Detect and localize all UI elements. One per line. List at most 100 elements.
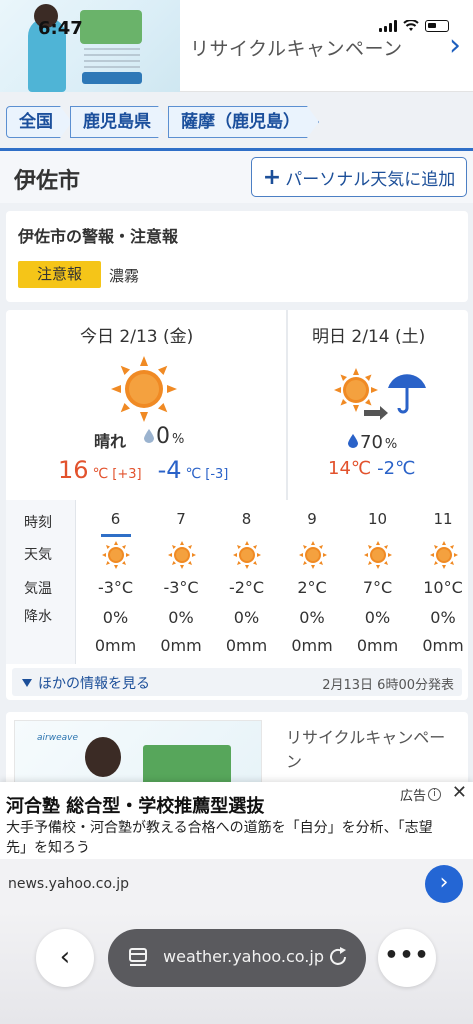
warnings-card: 伊佐市の警報・注意報 注意報 濃霧 — [6, 211, 468, 302]
today-low-diff: [-3] — [205, 467, 229, 482]
sticky-ad[interactable]: 河合塾 総合型・学校推薦型選抜 大手予備校・河合塾が教える合格への道筋を「自分」… — [0, 782, 473, 859]
breadcrumb: 全国 鹿児島県 薩摩（鹿児島） — [6, 106, 317, 138]
forecast-card: 今日 2/13 (金) 晴れ 0 % 16 ℃ [+3] -4 ℃ [-3] 明… — [6, 310, 468, 700]
page-title: 伊佐市 — [14, 169, 81, 194]
hour-precip-chance: 0% — [299, 608, 325, 627]
sun-icon — [429, 540, 459, 570]
ad-thumbnail — [0, 0, 180, 92]
today-low: -4 — [157, 456, 182, 484]
tomorrow-precip-value: 70 — [360, 432, 383, 453]
tomorrow-precip-unit: % — [384, 437, 398, 452]
tabs-icon[interactable] — [128, 946, 148, 968]
ad-source-url: news.yahoo.co.jp — [8, 876, 129, 892]
tomorrow-low: -2 — [377, 458, 396, 479]
sun-icon — [363, 540, 393, 570]
hourly-column: 11 10°C 0% 0mm — [411, 500, 473, 664]
hour-temp: -3°C — [97, 578, 134, 597]
more-info-bar: ほかの情報を見る 2月13日 6時00分発表 — [12, 668, 462, 696]
triangle-down-icon — [22, 679, 32, 687]
tomorrow-temps: 14℃ -2℃ — [328, 458, 415, 479]
label-weather: 天気 — [24, 547, 52, 563]
address-bar[interactable]: weather.yahoo.co.jp — [108, 929, 366, 987]
sticky-ad-body: 大手予備校・河合塾が教える合格への道筋を「自分」を分析、「志望先」を知ろう — [6, 820, 433, 857]
breadcrumb-item-national[interactable]: 全国 — [6, 106, 72, 138]
sun-then-rain-icon — [334, 368, 426, 420]
campaign-ad[interactable]: airweave リサイクルキャンペーン — [6, 712, 468, 792]
status-icons — [379, 20, 449, 32]
hourly-column: 7 -3°C 0% 0mm — [149, 500, 214, 664]
add-personal-weather-button[interactable]: + パーソナル天気に追加 — [251, 157, 467, 197]
breadcrumb-item-prefecture[interactable]: 鹿児島県 — [70, 106, 170, 138]
today-label: 今日 2/13 (金) — [80, 327, 194, 347]
today-high: 16 — [58, 456, 89, 484]
campaign-ad-title: リサイクルキャンペーン — [286, 728, 446, 771]
raindrop-icon — [144, 429, 154, 443]
today-precip-value: 0 — [156, 424, 170, 449]
hour-rainfall: 0mm — [225, 636, 268, 655]
tomorrow-high: 14 — [328, 458, 351, 479]
ad-source-row[interactable]: news.yahoo.co.jp › — [0, 859, 473, 909]
chevron-right-icon[interactable]: › — [425, 865, 463, 903]
top-ad-banner[interactable]: 6:47 リサイクルキャンペーン › — [0, 0, 473, 92]
hourly-column: 10 7°C 0% 0mm — [345, 500, 410, 664]
today-precip: 0 % — [144, 424, 184, 449]
tomorrow-precip: 70 % — [348, 432, 397, 453]
raindrop-icon — [348, 434, 358, 448]
status-time: 6:47 — [38, 18, 83, 39]
plus-icon: + — [262, 164, 282, 190]
warnings-title: 伊佐市の警報・注意報 — [18, 227, 179, 246]
more-info-label: ほかの情報を見る — [38, 676, 150, 692]
signal-icon — [379, 20, 397, 32]
label-precip: 降水 — [24, 609, 52, 625]
sun-icon — [298, 540, 328, 570]
hour-temp: 7°C — [362, 578, 393, 597]
hour-precip-chance: 0% — [168, 608, 194, 627]
info-icon: i — [428, 788, 441, 801]
add-button-label: パーソナル天気に追加 — [285, 169, 456, 190]
hour-label: 9 — [307, 510, 317, 528]
hourly-column: 9 2°C 0% 0mm — [280, 500, 345, 664]
today-low-unit: ℃ — [185, 466, 202, 482]
today-high-unit: ℃ — [92, 466, 109, 482]
back-button[interactable]: ‹ — [36, 929, 94, 987]
today-temps: 16 ℃ [+3] -4 ℃ [-3] — [58, 456, 228, 484]
more-info-link[interactable]: ほかの情報を見る — [22, 673, 150, 693]
top-ad-title[interactable]: リサイクルキャンペーン — [190, 34, 403, 61]
close-icon[interactable]: ✕ — [452, 782, 467, 803]
hour-label: 10 — [367, 510, 388, 528]
more-options-button[interactable]: ••• — [378, 929, 436, 987]
hour-label: 8 — [241, 510, 252, 528]
tomorrow-low-unit: ℃ — [395, 458, 416, 479]
hour-temp: 10°C — [423, 578, 463, 597]
ad-label-text: 広告 — [399, 789, 426, 804]
ad-label[interactable]: 広告 i — [400, 785, 441, 804]
label-temp: 気温 — [24, 581, 52, 597]
tomorrow-high-unit: ℃ — [350, 458, 372, 479]
advisory-badge[interactable]: 注意報 — [18, 261, 101, 288]
chevron-right-icon[interactable]: › — [449, 28, 461, 63]
hour-temp: -2°C — [228, 578, 265, 597]
hourly-forecast-table[interactable]: 時刻 天気 気温 降水 6 -3°C 0% 0mm 7 -3°C 0% 0mm 8 -2°C 0% 0… — [6, 500, 468, 664]
breadcrumb-item-region[interactable]: 薩摩（鹿児島） — [168, 106, 319, 138]
sun-icon — [101, 540, 131, 570]
hour-precip-chance: 0% — [102, 608, 129, 627]
reload-icon[interactable] — [326, 945, 350, 969]
issued-time: 2月13日 6時00分発表 — [322, 678, 454, 693]
today-high-diff: [+3] — [112, 467, 142, 482]
today-precip-unit: % — [172, 432, 185, 447]
wifi-icon — [403, 20, 419, 31]
hour-rainfall: 0mm — [356, 636, 399, 655]
hourly-column: 6 -3°C 0% 0mm — [83, 500, 148, 664]
hour-label: 7 — [176, 510, 186, 528]
sun-icon — [167, 540, 197, 570]
today-weather-text: 晴れ — [94, 432, 127, 451]
advisory-text[interactable]: 濃霧 — [109, 265, 139, 286]
city-header: 伊佐市 + パーソナル天気に追加 — [0, 151, 473, 203]
hourly-row-labels: 時刻 天気 気温 降水 — [6, 500, 76, 664]
today-forecast: 今日 2/13 (金) 晴れ 0 % 16 ℃ [+3] -4 ℃ [-3] — [6, 310, 286, 500]
hour-precip-chance: 0% — [430, 608, 456, 627]
sun-icon — [111, 356, 177, 422]
tomorrow-forecast[interactable]: 明日 2/14 (土) 70 % 14℃ -2℃ — [288, 310, 468, 500]
hour-temp: -3°C — [163, 578, 199, 597]
hour-precip-chance: 0% — [233, 608, 260, 627]
